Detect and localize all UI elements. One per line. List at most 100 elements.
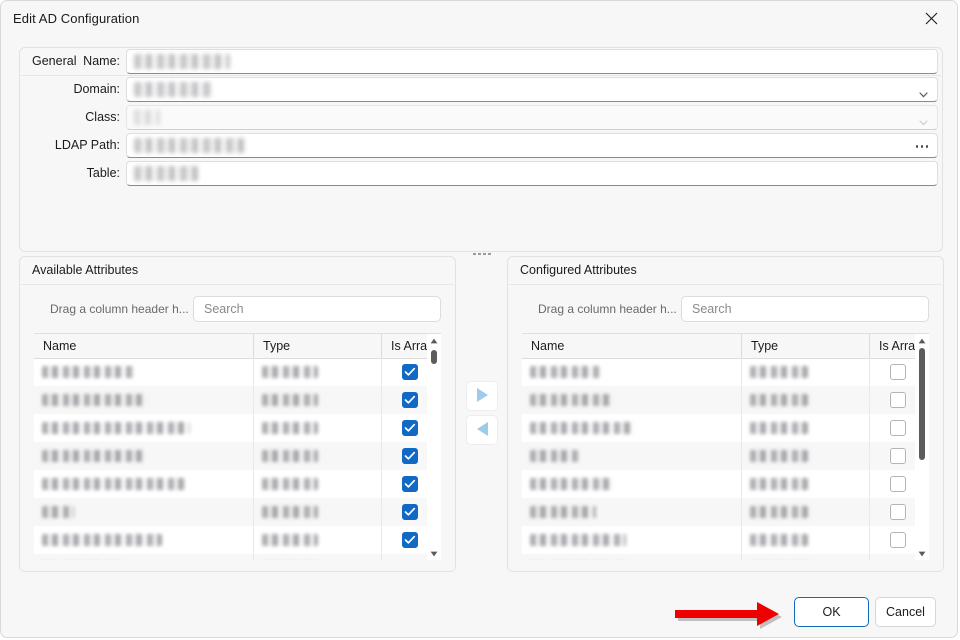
column-header-type[interactable]: Type bbox=[254, 334, 382, 358]
column-header-type[interactable]: Type bbox=[742, 334, 870, 358]
table-row[interactable] bbox=[34, 498, 441, 526]
cell-name bbox=[34, 414, 254, 442]
field-input[interactable] bbox=[126, 77, 938, 102]
is-array-checkbox[interactable] bbox=[402, 504, 418, 520]
is-array-checkbox[interactable] bbox=[402, 392, 418, 408]
is-array-checkbox[interactable] bbox=[402, 364, 418, 380]
available-search-input[interactable]: Search bbox=[193, 296, 441, 322]
is-array-checkbox[interactable] bbox=[890, 392, 906, 408]
table-row[interactable] bbox=[522, 386, 929, 414]
redacted-value bbox=[530, 478, 614, 490]
is-array-checkbox[interactable] bbox=[402, 448, 418, 464]
column-header-name[interactable]: Name bbox=[34, 334, 254, 358]
ok-button[interactable]: OK bbox=[794, 597, 869, 627]
is-array-checkbox[interactable] bbox=[402, 532, 418, 548]
redacted-value bbox=[750, 366, 808, 378]
chevron-down-icon[interactable] bbox=[919, 87, 928, 98]
table-row[interactable] bbox=[522, 470, 929, 498]
is-array-checkbox[interactable] bbox=[890, 476, 906, 492]
redacted-value bbox=[530, 394, 612, 406]
is-array-checkbox[interactable] bbox=[890, 504, 906, 520]
is-array-checkbox[interactable] bbox=[890, 364, 906, 380]
cell-type bbox=[254, 414, 382, 442]
table-row[interactable] bbox=[34, 470, 441, 498]
table-row[interactable] bbox=[522, 414, 929, 442]
table-row[interactable] bbox=[34, 414, 441, 442]
cell-type bbox=[254, 386, 382, 414]
scroll-up-button[interactable] bbox=[915, 334, 929, 347]
field-input[interactable] bbox=[126, 133, 938, 158]
cell-type bbox=[742, 526, 870, 554]
cell-type bbox=[742, 554, 870, 560]
redacted-value bbox=[134, 82, 212, 97]
table-row[interactable] bbox=[522, 554, 929, 560]
splitter-grip[interactable] bbox=[467, 249, 497, 259]
scroll-down-button[interactable] bbox=[915, 547, 929, 560]
is-array-checkbox[interactable] bbox=[890, 448, 906, 464]
column-header-name[interactable]: Name bbox=[522, 334, 742, 358]
scroll-down-button[interactable] bbox=[427, 547, 441, 560]
form-row: Table: bbox=[20, 161, 942, 187]
browse-ellipsis-button[interactable] bbox=[911, 137, 933, 156]
cell-name bbox=[522, 554, 742, 560]
table-row[interactable] bbox=[34, 386, 441, 414]
scroll-thumb[interactable] bbox=[431, 350, 437, 364]
scroll-up-button[interactable] bbox=[427, 334, 441, 347]
cell-name bbox=[522, 386, 742, 414]
configured-grid-scrollbar[interactable] bbox=[915, 334, 929, 560]
remove-attribute-button[interactable] bbox=[466, 415, 498, 445]
close-icon bbox=[925, 12, 938, 25]
redacted-value bbox=[262, 422, 318, 434]
cancel-button[interactable]: Cancel bbox=[875, 597, 936, 627]
available-grid-scrollbar[interactable] bbox=[427, 334, 441, 560]
configured-grid-header: Name Type Is Array bbox=[522, 334, 929, 359]
field-input[interactable] bbox=[126, 161, 938, 186]
edit-ad-configuration-dialog: Edit AD Configuration General Name: Domai… bbox=[0, 0, 958, 638]
cell-name bbox=[522, 526, 742, 554]
table-row[interactable] bbox=[34, 358, 441, 386]
is-array-checkbox[interactable] bbox=[402, 420, 418, 436]
is-array-checkbox[interactable] bbox=[890, 532, 906, 548]
dot bbox=[925, 145, 929, 148]
check-icon bbox=[404, 507, 416, 516]
table-row[interactable] bbox=[522, 526, 929, 554]
cell-type bbox=[742, 470, 870, 498]
title-bar: Edit AD Configuration bbox=[1, 1, 957, 37]
cell-type bbox=[254, 498, 382, 526]
cell-type bbox=[254, 526, 382, 554]
table-row[interactable] bbox=[34, 554, 441, 560]
grip-dot bbox=[473, 252, 476, 256]
configured-attributes-panel: Configured Attributes Drag a column head… bbox=[507, 256, 944, 572]
field-label: Table: bbox=[86, 166, 120, 180]
is-array-checkbox[interactable] bbox=[402, 476, 418, 492]
redacted-value bbox=[750, 394, 808, 406]
available-attributes-panel: Available Attributes Drag a column heade… bbox=[19, 256, 456, 572]
add-attribute-button[interactable] bbox=[466, 381, 498, 411]
table-row[interactable] bbox=[522, 442, 929, 470]
configured-search-input[interactable]: Search bbox=[681, 296, 929, 322]
check-icon bbox=[404, 423, 416, 432]
table-row[interactable] bbox=[34, 442, 441, 470]
is-array-checkbox[interactable] bbox=[890, 420, 906, 436]
cell-name bbox=[522, 414, 742, 442]
field-label: Name: bbox=[83, 54, 120, 68]
table-row[interactable] bbox=[34, 526, 441, 554]
cell-name bbox=[522, 442, 742, 470]
close-button[interactable] bbox=[909, 3, 953, 33]
form-row: Class: bbox=[20, 105, 942, 131]
available-attributes-grid: Name Type Is Array bbox=[34, 333, 441, 560]
configured-filter-bar: Drag a column header h... Search bbox=[522, 296, 929, 322]
redacted-value bbox=[42, 394, 147, 406]
caret-down-icon bbox=[430, 551, 438, 556]
general-groupbox: General Name: Domain: Class: LDAP Path: Tabl… bbox=[19, 47, 943, 252]
configured-drag-hint: Drag a column header h... bbox=[538, 302, 677, 316]
form-row: Name: bbox=[20, 49, 942, 75]
scroll-thumb[interactable] bbox=[919, 348, 925, 460]
groupbox-divider bbox=[21, 75, 941, 76]
table-row[interactable] bbox=[522, 498, 929, 526]
cell-name bbox=[522, 498, 742, 526]
field-input[interactable] bbox=[126, 49, 938, 74]
cell-type bbox=[254, 358, 382, 386]
table-row[interactable] bbox=[522, 358, 929, 386]
chevron-down-icon[interactable] bbox=[919, 115, 928, 126]
